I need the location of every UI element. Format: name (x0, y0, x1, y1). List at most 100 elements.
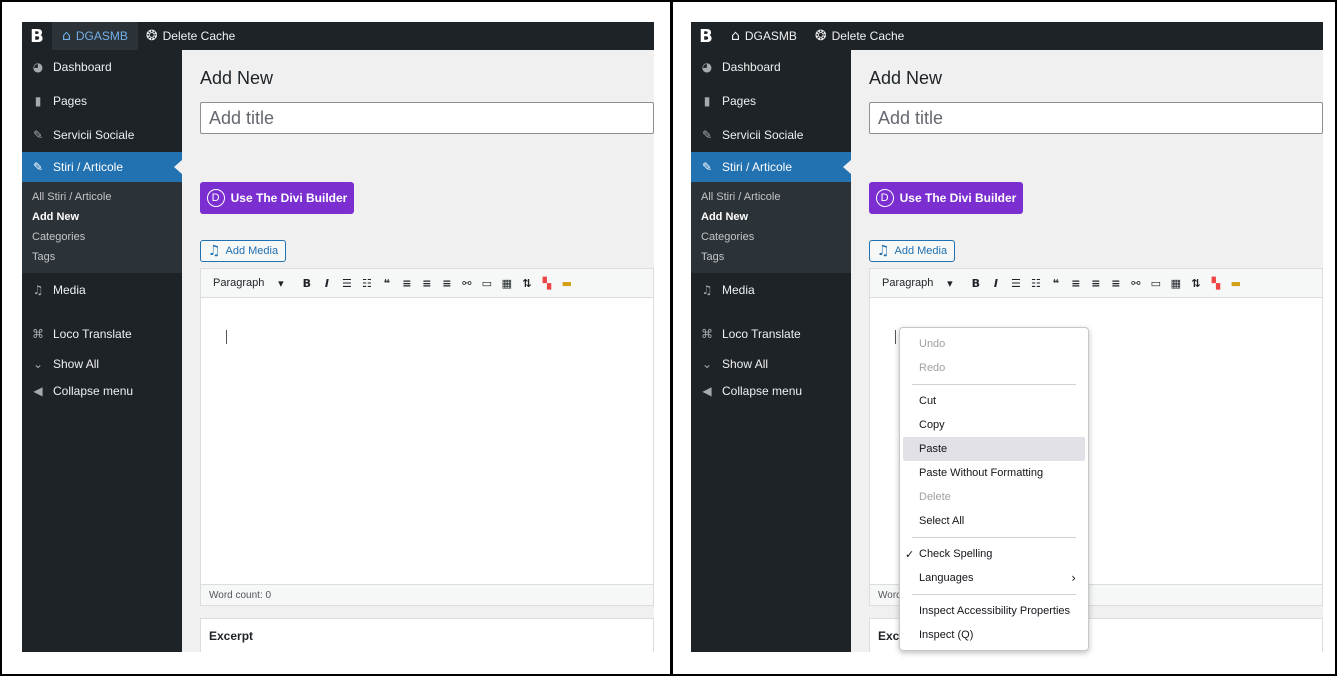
highlight-icon[interactable]: ▬ (560, 277, 573, 290)
format-select-value: Paragraph (213, 277, 265, 289)
context-menu-select-all[interactable]: Select All (900, 509, 1088, 533)
sidebar-item-show-all[interactable]: ⌄ Show All (22, 351, 182, 377)
align-center-icon[interactable]: ≡ (1089, 277, 1102, 290)
context-menu-check-spelling[interactable]: ✓ Check Spelling (900, 542, 1088, 566)
context-menu-delete[interactable]: Delete (900, 485, 1088, 509)
numbered-list-icon[interactable]: ☷ (1029, 277, 1042, 290)
link-icon[interactable]: ⚯ (460, 277, 473, 290)
sidebar-item-stiri-articole[interactable]: ✎ Stiri / Articole (691, 152, 851, 182)
collapse-menu-button[interactable]: ◀ Collapse menu (691, 377, 851, 405)
context-menu-cut[interactable]: Cut (900, 389, 1088, 413)
submenu-item-add-new[interactable]: Add New (691, 207, 851, 227)
divi-logo-icon: D (206, 189, 225, 207)
submenu-item-tags[interactable]: Tags (22, 247, 182, 267)
context-menu-separator (912, 594, 1076, 595)
sidebar-item-media[interactable]: ♫ Media (22, 273, 182, 307)
colorful-grid-icon[interactable]: ▚ (540, 277, 553, 290)
context-menu-undo[interactable]: Undo (900, 332, 1088, 356)
collapse-menu-button[interactable]: ◀ Collapse menu (22, 377, 182, 405)
site-name-link[interactable]: ⌂ DGASMB (721, 22, 807, 50)
site-name-label: DGASMB (75, 29, 128, 43)
add-media-label: Add Media (225, 245, 279, 257)
media-icon: ♫ (876, 243, 890, 259)
sidebar-item-loco-translate[interactable]: ⌘ Loco Translate (691, 317, 851, 351)
italic-icon[interactable]: I (320, 277, 333, 290)
home-icon: ⌂ (62, 28, 71, 44)
submenu-item-all[interactable]: All Stiri / Articole (691, 187, 851, 207)
post-title-input[interactable]: Add title (200, 102, 654, 134)
sidebar-item-media[interactable]: ♫ Media (691, 273, 851, 307)
bold-icon[interactable]: B (300, 277, 313, 290)
toolbar-toggle-icon[interactable]: ▦ (500, 277, 513, 290)
site-logo[interactable]: B (22, 22, 52, 50)
sidebar-item-show-all[interactable]: ⌄ Show All (691, 351, 851, 377)
text-caret (895, 330, 896, 344)
editor-content: Add New Add title D Use The Divi Builder… (182, 50, 654, 652)
align-center-icon[interactable]: ≡ (420, 277, 433, 290)
sidebar-item-label: Loco Translate (722, 327, 801, 341)
numbered-list-icon[interactable]: ☷ (360, 277, 373, 290)
context-menu-inspect[interactable]: Inspect (Q) (900, 623, 1088, 647)
align-right-icon[interactable]: ≡ (440, 277, 453, 290)
admin-sidebar: ◕ Dashboard ▮ Pages ✎ Servicii Sociale ✎… (691, 50, 851, 652)
read-more-icon[interactable]: ▭ (480, 277, 493, 290)
colorful-grid-icon[interactable]: ▚ (1209, 277, 1222, 290)
submenu-item-categories[interactable]: Categories (691, 227, 851, 247)
context-menu-inspect-accessibility[interactable]: Inspect Accessibility Properties (900, 599, 1088, 623)
add-media-button[interactable]: ♫ Add Media (869, 240, 955, 262)
link-icon[interactable]: ⚯ (1129, 277, 1142, 290)
context-menu-paste[interactable]: Paste (903, 437, 1085, 461)
delete-cache-link[interactable]: ❂ Delete Cache (138, 22, 243, 50)
submenu-item-categories[interactable]: Categories (22, 227, 182, 247)
excerpt-box-title[interactable]: Excerpt (200, 618, 654, 652)
bullet-list-icon[interactable]: ☰ (1009, 277, 1022, 290)
site-logo[interactable]: B (691, 22, 721, 50)
sidebar-item-loco-translate[interactable]: ⌘ Loco Translate (22, 317, 182, 351)
check-spelling-label: Check Spelling (919, 548, 993, 560)
context-menu-copy[interactable]: Copy (900, 413, 1088, 437)
chevron-down-icon: ⌄ (701, 357, 713, 371)
page-title: Add New (869, 68, 943, 88)
format-select[interactable]: Paragraph ▾ (876, 273, 962, 293)
sidebar-item-servicii-sociale[interactable]: ✎ Servicii Sociale (691, 118, 851, 152)
blockquote-icon[interactable]: ❝ (380, 277, 393, 290)
editor-body[interactable] (200, 298, 654, 584)
italic-icon[interactable]: I (989, 277, 1002, 290)
post-title-input[interactable]: Add title (869, 102, 1323, 134)
context-menu-paste-without-formatting[interactable]: Paste Without Formatting (900, 461, 1088, 485)
delete-cache-label: Delete Cache (831, 29, 905, 43)
submenu-item-add-new[interactable]: Add New (22, 207, 182, 227)
align-right-icon[interactable]: ≡ (1109, 277, 1122, 290)
read-more-icon[interactable]: ▭ (1149, 277, 1162, 290)
submenu-item-all[interactable]: All Stiri / Articole (22, 187, 182, 207)
bold-icon[interactable]: B (969, 277, 982, 290)
use-divi-builder-button[interactable]: D Use The Divi Builder (200, 182, 354, 214)
sidebar-item-pages[interactable]: ▮ Pages (22, 84, 182, 118)
add-media-button[interactable]: ♫ Add Media (200, 240, 286, 262)
text-caret (226, 330, 227, 344)
highlight-icon[interactable]: ▬ (1229, 277, 1242, 290)
pages-icon: ▮ (34, 94, 42, 108)
format-select[interactable]: Paragraph ▾ (207, 273, 293, 293)
blockquote-icon[interactable]: ❝ (1049, 277, 1062, 290)
divi-button-label: Use The Divi Builder (899, 191, 1017, 205)
sidebar-item-pages[interactable]: ▮ Pages (691, 84, 851, 118)
sidebar-item-dashboard[interactable]: ◕ Dashboard (22, 50, 182, 84)
sidebar-item-stiri-articole[interactable]: ✎ Stiri / Articole (22, 152, 182, 182)
media-icon: ♫ (32, 283, 44, 297)
sidebar-item-servicii-sociale[interactable]: ✎ Servicii Sociale (22, 118, 182, 152)
shortcode-icon[interactable]: ⇅ (520, 277, 533, 290)
delete-cache-link[interactable]: ❂ Delete Cache (807, 22, 912, 50)
toolbar-toggle-icon[interactable]: ▦ (1169, 277, 1182, 290)
collapse-icon: ◀ (702, 384, 712, 398)
align-left-icon[interactable]: ≡ (400, 277, 413, 290)
site-name-link[interactable]: ⌂ DGASMB (52, 22, 138, 50)
context-menu-redo[interactable]: Redo (900, 356, 1088, 380)
sidebar-item-dashboard[interactable]: ◕ Dashboard (691, 50, 851, 84)
context-menu-languages[interactable]: Languages › (900, 566, 1088, 590)
submenu-item-tags[interactable]: Tags (691, 247, 851, 267)
use-divi-builder-button[interactable]: D Use The Divi Builder (869, 182, 1023, 214)
align-left-icon[interactable]: ≡ (1069, 277, 1082, 290)
shortcode-icon[interactable]: ⇅ (1189, 277, 1202, 290)
bullet-list-icon[interactable]: ☰ (340, 277, 353, 290)
